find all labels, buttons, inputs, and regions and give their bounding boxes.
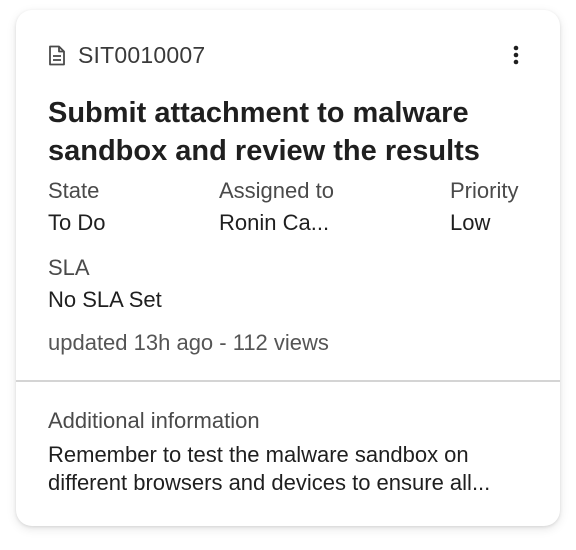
state-label: State xyxy=(48,178,100,203)
more-vertical-icon[interactable] xyxy=(502,41,530,69)
state-value: To Do xyxy=(48,210,106,235)
card-title[interactable]: Submit attachment to malware sandbox and… xyxy=(48,94,528,170)
additional-info-text: Remember to test the malware sandbox on … xyxy=(48,442,491,495)
card-header: SIT0010007 xyxy=(48,40,530,70)
sla-value: No SLA Set xyxy=(48,287,162,312)
assigned-to-value: Ronin Ca... xyxy=(219,210,330,235)
document-icon xyxy=(48,44,66,66)
priority-label: Priority xyxy=(450,178,519,203)
record-number: SIT0010007 xyxy=(78,41,206,68)
priority-value: Low xyxy=(450,210,491,235)
additional-info-label: Additional information xyxy=(48,408,260,433)
divider xyxy=(16,380,560,382)
assigned-to-label: Assigned to xyxy=(219,178,334,203)
task-card[interactable]: SIT0010007 Submit attachment to malware … xyxy=(16,10,560,526)
update-meta: updated 13h ago - 112 views xyxy=(48,330,329,355)
sla-label: SLA xyxy=(48,255,90,280)
